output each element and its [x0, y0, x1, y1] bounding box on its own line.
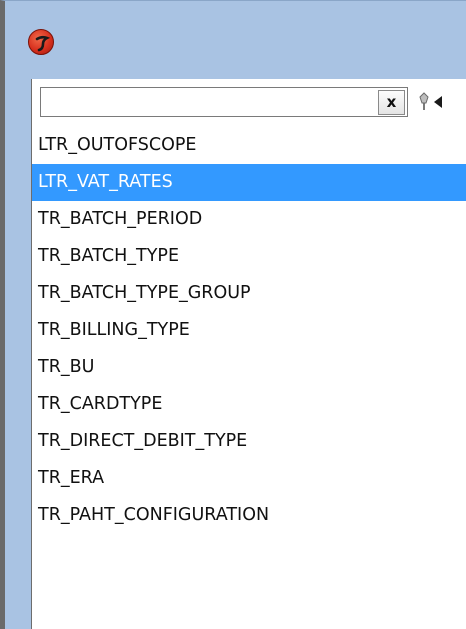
list-item-selected[interactable]: LTR_VAT_RATES: [32, 164, 466, 201]
list-item[interactable]: TR_BU: [32, 349, 466, 386]
list-item[interactable]: TR_CARDTYPE: [32, 386, 466, 423]
list-item[interactable]: LTR_OUTOFSCOPE: [32, 127, 466, 164]
app-window: x LTR_OUTOFSCOPE LTR_VAT_RATES TR_BATCH_…: [0, 0, 466, 629]
app-logo-icon: [28, 29, 54, 55]
list-item[interactable]: TR_BATCH_PERIOD: [32, 201, 466, 238]
pin-arrow-left-icon[interactable]: [418, 91, 452, 113]
table-list: LTR_OUTOFSCOPE LTR_VAT_RATES TR_BATCH_PE…: [32, 127, 466, 534]
list-item[interactable]: TR_BATCH_TYPE: [32, 238, 466, 275]
list-item[interactable]: TR_ERA: [32, 460, 466, 497]
lookup-panel: x LTR_OUTOFSCOPE LTR_VAT_RATES TR_BATCH_…: [31, 79, 466, 629]
list-item[interactable]: TR_BILLING_TYPE: [32, 312, 466, 349]
search-input[interactable]: [40, 87, 408, 117]
search-bar: x: [32, 79, 466, 127]
list-item[interactable]: TR_DIRECT_DEBIT_TYPE: [32, 423, 466, 460]
list-item[interactable]: TR_BATCH_TYPE_GROUP: [32, 275, 466, 312]
title-bar: [5, 1, 466, 81]
list-item[interactable]: TR_PAHT_CONFIGURATION: [32, 497, 466, 534]
clear-search-button[interactable]: x: [378, 90, 405, 115]
